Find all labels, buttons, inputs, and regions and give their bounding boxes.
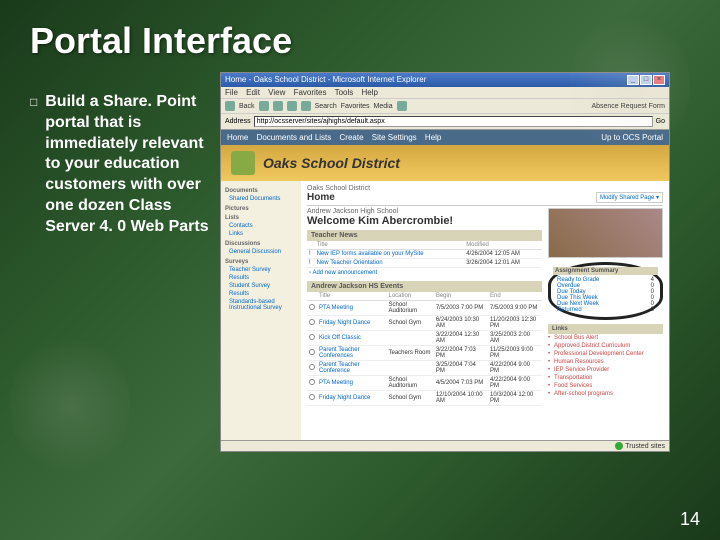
feature-image (548, 208, 663, 258)
leftnav-general[interactable]: General Discussion (225, 248, 297, 256)
menu-edit[interactable]: Edit (246, 88, 260, 97)
col-location: Location (387, 292, 434, 301)
trusted-icon (615, 442, 623, 450)
table-row: Friday Night DanceSchool Gym12/10/2004 1… (307, 391, 542, 406)
left-nav: Documents Shared Documents Pictures List… (221, 181, 301, 440)
col-modified: Modified (464, 241, 542, 250)
bg-decoration (10, 330, 130, 480)
table-row: PTA MeetingSchool Auditorium7/5/2003 7:0… (307, 301, 542, 316)
address-label: Address (225, 118, 251, 125)
menu-file[interactable]: File (225, 88, 238, 97)
links-header: Links (548, 324, 663, 334)
history-icon[interactable] (397, 101, 407, 111)
col-begin: Begin (434, 292, 488, 301)
leftnav-teacher-survey[interactable]: Teacher Survey (225, 266, 297, 274)
favorites-button[interactable]: Favorites (341, 103, 370, 110)
table-row: Parent Teacher ConferencesTeachers Room3… (307, 346, 542, 361)
recur-icon (309, 394, 315, 400)
recur-icon (309, 364, 315, 370)
back-icon[interactable] (225, 101, 235, 111)
link-item[interactable]: Food Services (548, 382, 663, 390)
window-title: Home - Oaks School District - Microsoft … (225, 75, 426, 85)
table-row: !New Teacher Orientation3/26/2004 12:01 … (307, 259, 542, 268)
modify-page-button[interactable]: Modify Shared Page ▾ (596, 192, 663, 203)
events-header: Andrew Jackson HS Events (307, 281, 542, 292)
leftnav-discussions-hdr: Discussions (225, 241, 297, 247)
leftnav-results2[interactable]: Results (225, 290, 297, 298)
events-table: TitleLocationBeginEnd PTA MeetingSchool … (307, 292, 542, 406)
nav-create[interactable]: Create (340, 133, 364, 142)
subsite-crumb: Andrew Jackson High School (307, 208, 542, 215)
refresh-icon[interactable] (287, 101, 297, 111)
back-button[interactable]: Back (239, 103, 255, 110)
link-item[interactable]: Professional Development Center (548, 350, 663, 358)
recur-icon (309, 349, 315, 355)
leftnav-lists-hdr: Lists (225, 215, 297, 221)
link-item[interactable]: Approved District Curriculum (548, 342, 663, 350)
stop-icon[interactable] (273, 101, 283, 111)
status-text: Trusted sites (625, 443, 665, 450)
bg-decoration (570, 10, 690, 160)
home-icon[interactable] (301, 101, 311, 111)
table-row: Kick Off Classic3/22/2004 12:30 AM3/25/2… (307, 331, 542, 346)
menu-favorites[interactable]: Favorites (294, 88, 327, 97)
link-item[interactable]: School Bus Alert (548, 334, 663, 342)
leftnav-documents-hdr: Documents (225, 188, 297, 194)
menu-tools[interactable]: Tools (335, 88, 354, 97)
home-label: Home (307, 192, 335, 203)
col-end: End (488, 292, 542, 301)
right-column: Assignment Summary Ready to Grade4 Overd… (548, 208, 663, 406)
nav-home[interactable]: Home (227, 133, 248, 142)
link-item[interactable]: After-school programs (548, 390, 663, 398)
teacher-news-header: Teacher News (307, 230, 542, 241)
assignment-summary-webpart: Assignment Summary Ready to Grade4 Overd… (548, 262, 663, 320)
assignment-header: Assignment Summary (553, 267, 658, 275)
status-bar: Trusted sites (221, 440, 669, 451)
breadcrumb: Oaks School District (307, 185, 663, 192)
welcome-message: Welcome Kim Abercrombie! (307, 215, 542, 227)
forward-icon[interactable] (259, 101, 269, 111)
table-row: PTA MeetingSchool Auditorium4/5/2004 7:0… (307, 376, 542, 391)
table-row: Parent Teacher Conference3/25/2004 7:04 … (307, 361, 542, 376)
page-title: Home Modify Shared Page ▾ (307, 192, 663, 206)
news-table: TitleModified !New IEP forms available o… (307, 241, 542, 268)
col-ev-title: Title (317, 292, 387, 301)
col-title: Title (315, 241, 465, 250)
main-content: Oaks School District Home Modify Shared … (301, 181, 669, 440)
media-button[interactable]: Media (374, 103, 393, 110)
menu-view[interactable]: View (268, 88, 285, 97)
menu-help[interactable]: Help (362, 88, 378, 97)
leftnav-standards[interactable]: Standards-based Instructional Survey (225, 298, 297, 312)
link-item[interactable]: Transportation (548, 374, 663, 382)
leftnav-links[interactable]: Links (225, 230, 297, 238)
leftnav-contacts[interactable]: Contacts (225, 222, 297, 230)
recur-icon (309, 379, 315, 385)
search-button[interactable]: Search (315, 103, 337, 110)
leftnav-pictures-hdr: Pictures (225, 206, 297, 212)
nav-settings[interactable]: Site Settings (372, 133, 417, 142)
leftnav-results[interactable]: Results (225, 274, 297, 282)
link-item[interactable]: Human Resources (548, 358, 663, 366)
recur-icon (309, 304, 315, 310)
leftnav-student-survey[interactable]: Student Survey (225, 282, 297, 290)
leftnav-surveys-hdr: Surveys (225, 259, 297, 265)
slide-number: 14 (680, 509, 700, 530)
nav-docs[interactable]: Documents and Lists (257, 133, 332, 142)
add-announcement-link[interactable]: ▫ Add new announcement (307, 268, 542, 278)
link-item[interactable]: IEP Service Provider (548, 366, 663, 374)
table-row: Friday Night DanceSchool Gym6/24/2003 10… (307, 316, 542, 331)
table-row: !New IEP forms available on your MySite4… (307, 250, 542, 259)
nav-help[interactable]: Help (425, 133, 441, 142)
site-logo-icon (231, 151, 255, 175)
site-title: Oaks School District (263, 155, 400, 171)
recur-icon (309, 319, 315, 325)
recur-icon (309, 334, 315, 340)
leftnav-shared[interactable]: Shared Documents (225, 195, 297, 203)
assign-row: Returned3 (557, 307, 654, 313)
